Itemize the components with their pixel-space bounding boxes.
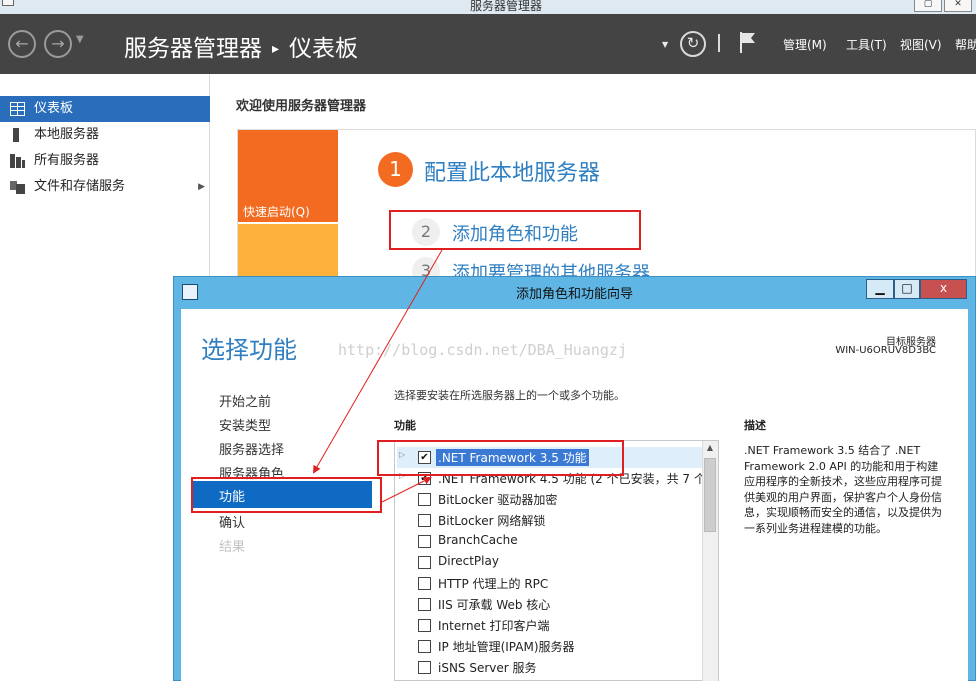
annotation-arrow bbox=[381, 477, 432, 503]
annotation-arrows bbox=[313, 249, 443, 503]
annotation-arrow bbox=[313, 249, 443, 474]
